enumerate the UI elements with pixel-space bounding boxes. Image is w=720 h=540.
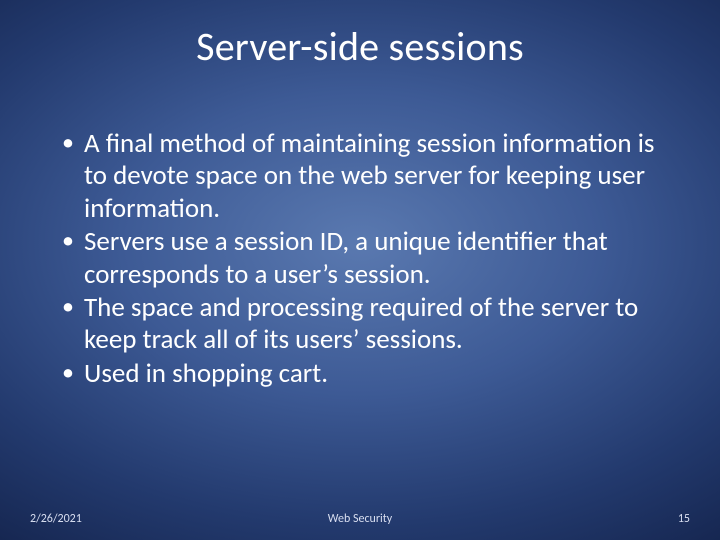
slide-title: Server-side sessions <box>0 22 720 71</box>
slide-body: A final method of maintaining session in… <box>58 128 670 391</box>
list-item: Used in shopping cart. <box>58 358 670 390</box>
footer-page-number: 15 <box>678 512 690 526</box>
bullet-list: A final method of maintaining session in… <box>58 128 670 390</box>
slide: Server-side sessions A final method of m… <box>0 0 720 540</box>
footer-title: Web Security <box>0 512 720 526</box>
list-item: Servers use a session ID, a unique ident… <box>58 226 670 291</box>
slide-footer: 2/26/2021 Web Security 15 <box>0 506 720 526</box>
list-item: A final method of maintaining session in… <box>58 128 670 225</box>
list-item: The space and processing required of the… <box>58 292 670 357</box>
